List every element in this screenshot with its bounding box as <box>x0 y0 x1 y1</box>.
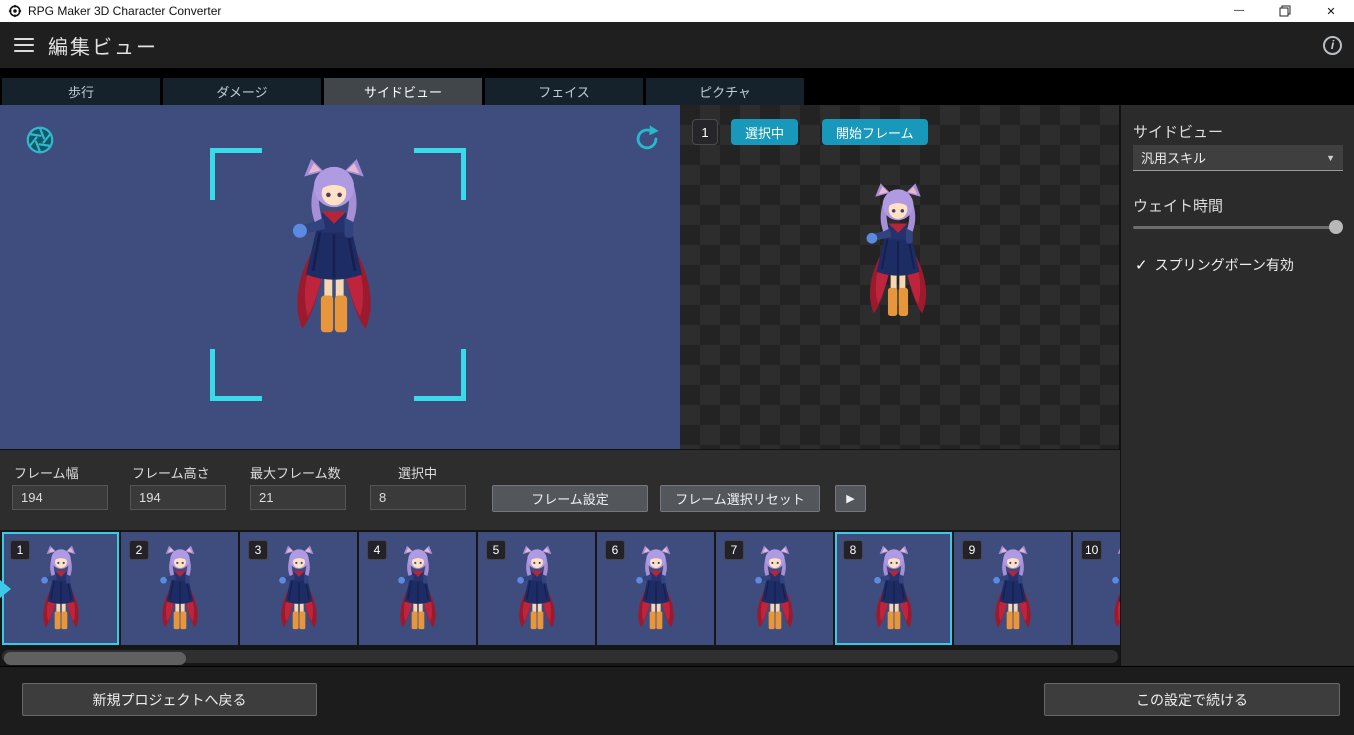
selected-button[interactable]: 選択中 <box>731 119 799 145</box>
character-sprite <box>855 178 941 328</box>
sprite-preview-panel: 1 選択中 開始フレーム <box>680 105 1120 449</box>
frame-thumbnail-10[interactable]: 10 <box>1073 532 1120 645</box>
app-logo-icon <box>8 4 22 18</box>
restore-icon <box>1279 5 1291 17</box>
info-glyph: i <box>1330 38 1335 52</box>
tab-face[interactable]: フェイス <box>485 78 643 105</box>
focus-bracket-top-left <box>210 148 262 200</box>
motion-dropdown-value: 汎用スキル <box>1141 151 1207 166</box>
frame-number-badge: 3 <box>248 540 268 560</box>
frame-set-button[interactable]: フレーム設定 <box>492 485 648 512</box>
frame-thumbnail-7[interactable]: 7 <box>716 532 833 645</box>
frame-number-badge: 5 <box>486 540 506 560</box>
selected-frame-input[interactable] <box>370 485 466 510</box>
character-sprite <box>629 542 683 637</box>
footer-bar: 新規プロジェクトへ戻る この設定で続ける <box>0 666 1354 735</box>
sidebar-title: サイドビュー <box>1133 124 1224 141</box>
current-frame-marker <box>0 580 11 598</box>
info-icon[interactable]: i <box>1323 35 1342 55</box>
window-controls: — ✕ <box>1216 0 1354 22</box>
frame-thumbnails: 1 2 3 4 5 6 7 8 9 10 <box>2 532 1120 645</box>
max-frames-input[interactable] <box>250 485 346 510</box>
play-button[interactable]: ▶ <box>835 485 866 512</box>
focus-bracket-bottom-right <box>414 349 466 401</box>
character-sprite <box>510 542 564 637</box>
frame-width-input[interactable] <box>12 485 108 510</box>
frame-thumbnail-1[interactable]: 1 <box>2 532 119 645</box>
character-sprite <box>867 542 921 637</box>
tab-walk[interactable]: 歩行 <box>2 78 160 105</box>
page-title: 編集ビュー <box>48 36 158 59</box>
frame-thumbnail-4[interactable]: 4 <box>359 532 476 645</box>
aperture-icon[interactable] <box>24 124 56 156</box>
frame-badge: 1 <box>692 119 718 145</box>
frame-thumbnail-9[interactable]: 9 <box>954 532 1071 645</box>
chevron-down-icon: ▼ <box>1326 152 1335 163</box>
scrollbar-thumb[interactable] <box>4 652 186 665</box>
character-sprite <box>278 152 390 348</box>
character-sprite <box>748 542 802 637</box>
frame-thumbnail-2[interactable]: 2 <box>121 532 238 645</box>
character-sprite <box>34 542 88 637</box>
close-button[interactable]: ✕ <box>1308 0 1354 22</box>
frame-settings-bar: フレーム幅 フレーム高さ 最大フレーム数 選択中 フレーム設定 フレーム選択リセ… <box>0 449 1120 530</box>
frame-thumbnail-5[interactable]: 5 <box>478 532 595 645</box>
tab-damage[interactable]: ダメージ <box>163 78 321 105</box>
frame-reset-button[interactable]: フレーム選択リセット <box>660 485 820 512</box>
window-title: RPG Maker 3D Character Converter <box>28 4 222 18</box>
titlebar: RPG Maker 3D Character Converter — ✕ <box>0 0 1354 22</box>
tab-picture[interactable]: ピクチャ <box>646 78 804 105</box>
frame-number-badge: 2 <box>129 540 149 560</box>
minimize-button[interactable]: — <box>1216 0 1262 22</box>
character-sprite <box>1105 542 1121 637</box>
wait-time-label: ウェイト時間 <box>1133 198 1224 215</box>
scrollbar-track[interactable] <box>2 650 1118 665</box>
continue-button[interactable]: この設定で続ける <box>1044 683 1340 716</box>
selected-frame-label: 選択中 <box>398 466 438 481</box>
frame-height-label: フレーム高さ <box>132 466 210 481</box>
frame-number-badge: 9 <box>962 540 982 560</box>
spring-bone-label: スプリングボーン有効 <box>1154 257 1294 273</box>
frame-number-badge: 4 <box>367 540 387 560</box>
rotate-icon[interactable] <box>632 124 662 154</box>
motion-dropdown[interactable]: 汎用スキル ▼ <box>1133 145 1343 171</box>
minimize-icon: — <box>1234 4 1244 16</box>
focus-bracket-top-right <box>414 148 466 200</box>
tab-bar: 歩行 ダメージ サイドビュー フェイス ピクチャ <box>0 68 1354 105</box>
frame-number-badge: 7 <box>724 540 744 560</box>
close-icon: ✕ <box>1326 5 1336 18</box>
back-to-project-button[interactable]: 新規プロジェクトへ戻る <box>22 683 317 716</box>
slider-track <box>1133 226 1343 229</box>
slider-handle[interactable] <box>1329 220 1343 234</box>
check-icon: ✓ <box>1135 257 1148 274</box>
tab-sideview[interactable]: サイドビュー <box>324 78 482 105</box>
frame-strip: 1 2 3 4 5 6 7 8 9 10 <box>0 530 1120 648</box>
character-sprite <box>986 542 1040 637</box>
start-frame-button[interactable]: 開始フレーム <box>822 119 928 145</box>
frame-thumbnail-3[interactable]: 3 <box>240 532 357 645</box>
spring-bone-checkbox[interactable]: ✓ スプリングボーン有効 <box>1135 255 1294 275</box>
focus-bracket-bottom-left <box>210 349 262 401</box>
hamburger-menu-icon[interactable] <box>14 38 34 52</box>
frame-thumbnail-6[interactable]: 6 <box>597 532 714 645</box>
character-sprite <box>272 542 326 637</box>
frame-number-badge: 6 <box>605 540 625 560</box>
header: 編集ビュー i <box>0 22 1354 68</box>
frame-width-label: フレーム幅 <box>14 466 79 481</box>
character-sprite <box>391 542 445 637</box>
frame-thumbnail-8[interactable]: 8 <box>835 532 952 645</box>
frame-number-badge: 1 <box>10 540 30 560</box>
frame-number-badge: 10 <box>1081 540 1103 560</box>
sidebar-panel: サイドビュー 汎用スキル ▼ ウェイト時間 ✓ スプリングボーン有効 <box>1120 105 1354 666</box>
wait-time-slider[interactable] <box>1133 218 1343 236</box>
max-frames-label: 最大フレーム数 <box>250 466 341 481</box>
frame-height-input[interactable] <box>130 485 226 510</box>
app-window: RPG Maker 3D Character Converter — ✕ 編集ビ… <box>0 0 1354 735</box>
render-preview-panel <box>0 105 680 449</box>
frame-number-badge: 8 <box>843 540 863 560</box>
restore-button[interactable] <box>1262 0 1308 22</box>
character-sprite <box>153 542 207 637</box>
frame-strip-scrollbar[interactable] <box>0 648 1120 666</box>
